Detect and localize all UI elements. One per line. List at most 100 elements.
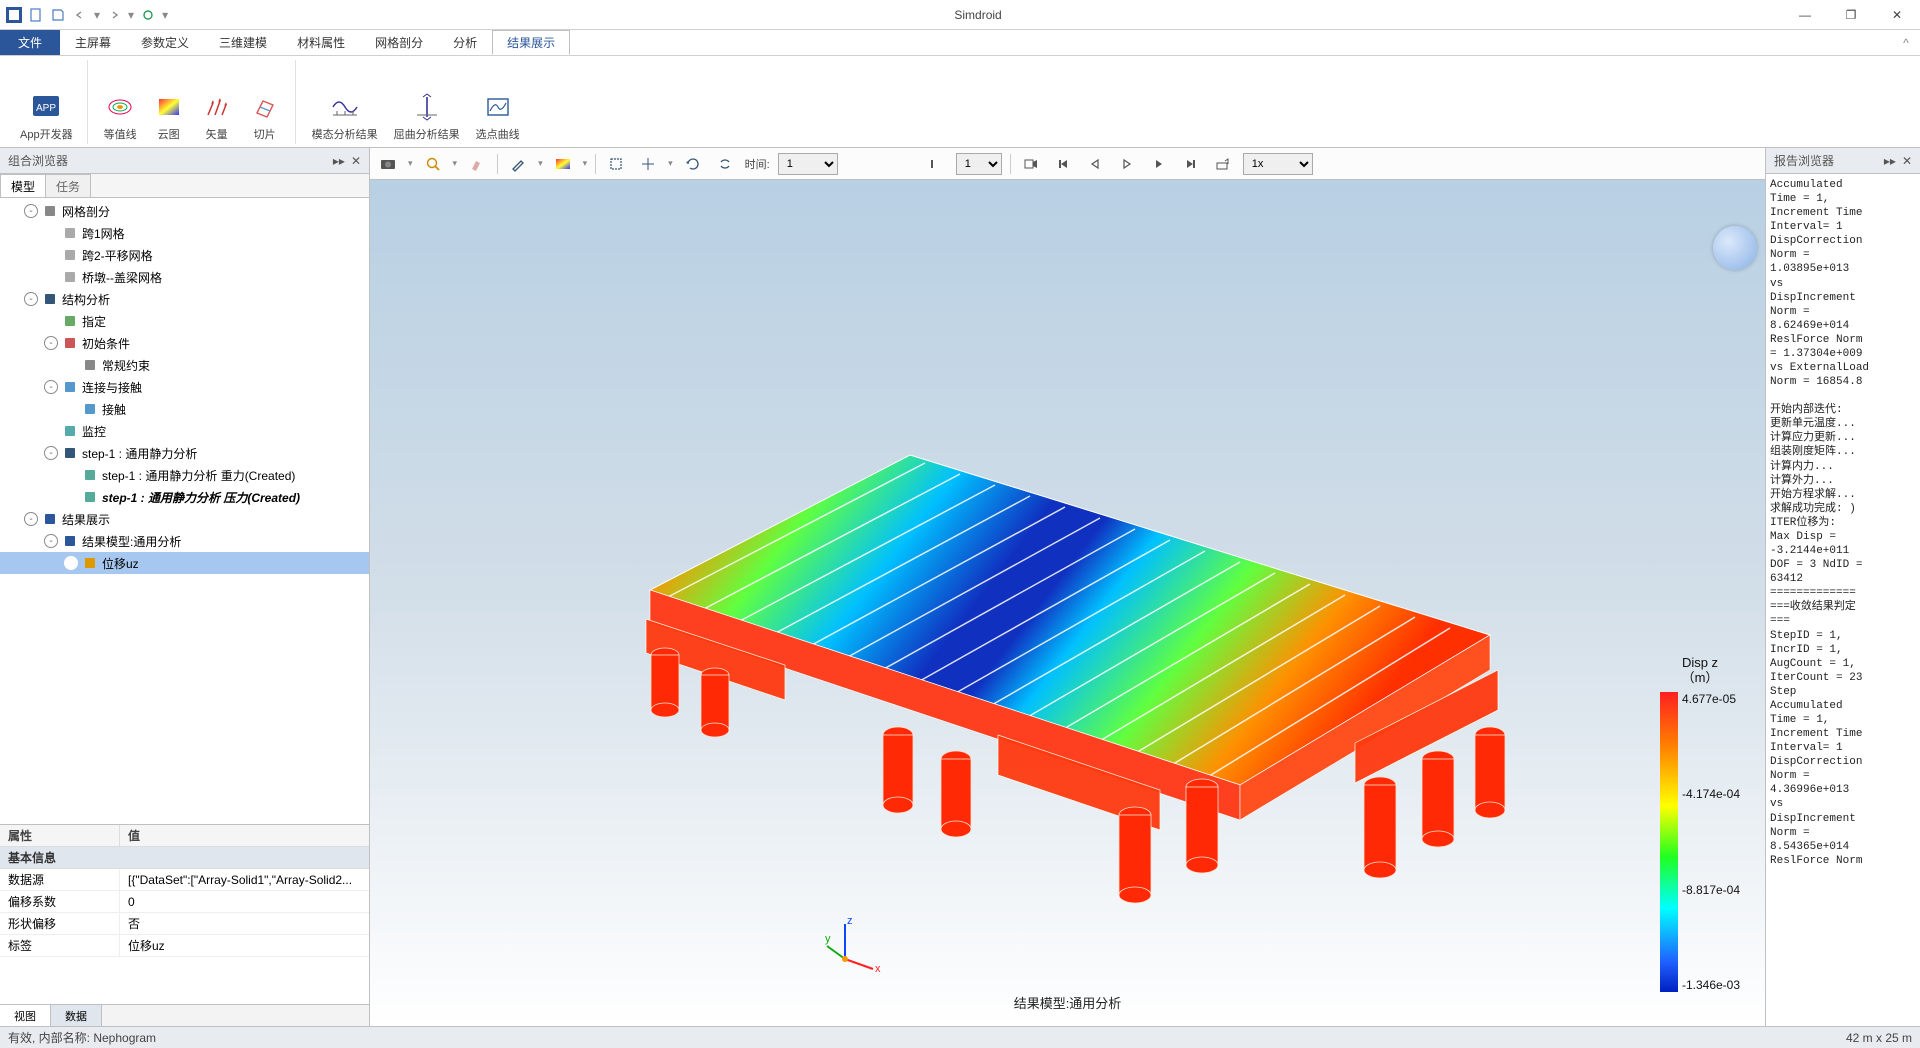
tree-node-label: 常规约束 — [102, 357, 150, 374]
ribbon-slice-button[interactable]: 切片 — [243, 89, 287, 144]
tab-task[interactable]: 任务 — [45, 174, 91, 197]
step-forward-icon[interactable] — [1147, 152, 1171, 176]
ribbon-cloud-button[interactable]: 云图 — [147, 89, 191, 144]
ribbon-label: 云图 — [158, 126, 180, 142]
tree-node-label: step-1 : 通用静力分析 — [82, 445, 197, 462]
tree-node[interactable]: 常规约束 — [0, 354, 369, 376]
brush-icon[interactable] — [465, 152, 489, 176]
ribbon-buckle-button[interactable]: 屈曲分析结果 — [388, 89, 466, 144]
speed-select[interactable]: 1x — [1243, 153, 1313, 175]
panel-close-icon[interactable]: ✕ — [1902, 154, 1912, 168]
qat-undo-icon[interactable] — [72, 7, 88, 23]
menu-tab-0[interactable]: 主屏幕 — [60, 30, 126, 55]
step-first-bar-icon[interactable] — [924, 152, 948, 176]
step-icon — [62, 445, 78, 461]
skip-start-icon[interactable] — [1051, 152, 1075, 176]
camera-icon[interactable] — [376, 152, 400, 176]
qat-refresh-icon[interactable] — [140, 7, 156, 23]
monitor-icon — [62, 423, 78, 439]
result-icon — [42, 511, 58, 527]
play-icon[interactable] — [1115, 152, 1139, 176]
menu-tab-5[interactable]: 分析 — [438, 30, 492, 55]
tree-node[interactable]: 桥墩--盖梁网格 — [0, 266, 369, 288]
window-maximize-button[interactable]: ❐ — [1828, 0, 1874, 30]
window-minimize-button[interactable]: — — [1782, 0, 1828, 30]
ic-icon — [62, 335, 78, 351]
tree-node[interactable]: 监控 — [0, 420, 369, 442]
tree-node[interactable]: -初始条件 — [0, 332, 369, 354]
ribbon-pick-curve-button[interactable]: 选点曲线 — [470, 89, 526, 144]
navigation-cube[interactable] — [1713, 226, 1757, 270]
qat-save-icon[interactable] — [50, 7, 66, 23]
coordinate-triad: z x y — [825, 914, 885, 974]
tree-node[interactable]: 指定 — [0, 310, 369, 332]
tree-node[interactable]: -结果展示 — [0, 508, 369, 530]
tree-node-label: 监控 — [82, 423, 106, 440]
ribbon: APPApp开发器 等值线 云图 矢量 切片 模态分析结果 屈曲分析结果 选点曲… — [0, 56, 1920, 148]
step-back-icon[interactable] — [1083, 152, 1107, 176]
ribbon-contour-button[interactable]: 等值线 — [98, 89, 143, 144]
tree-node[interactable]: 跨2-平移网格 — [0, 244, 369, 266]
tree-node[interactable]: -连接与接触 — [0, 376, 369, 398]
tab-model[interactable]: 模型 — [0, 174, 46, 197]
panel-close-icon[interactable]: ✕ — [351, 154, 361, 168]
menu-tab-4[interactable]: 网格剖分 — [360, 30, 438, 55]
report-log[interactable]: Accumulated Time = 1, Increment Time Int… — [1766, 174, 1920, 1026]
property-row[interactable]: 偏移系数0 — [0, 891, 369, 913]
left-bottom-tabs: 视图 数据 — [0, 1004, 369, 1026]
tree-node-label: 接触 — [102, 401, 126, 418]
qat-redo-icon[interactable] — [106, 7, 122, 23]
ribbon-app-dev-button[interactable]: APPApp开发器 — [14, 89, 79, 144]
tab-data[interactable]: 数据 — [51, 1005, 102, 1026]
frame-select[interactable]: 1 — [956, 153, 1002, 175]
tree-node[interactable]: -step-1 : 通用静力分析 — [0, 442, 369, 464]
ribbon-collapse-button[interactable]: ^ — [1892, 30, 1920, 55]
rotate-icon[interactable] — [681, 152, 705, 176]
model-tree[interactable]: -网格剖分跨1网格跨2-平移网格桥墩--盖梁网格-结构分析指定-初始条件常规约束… — [0, 198, 369, 824]
grid-icon — [62, 225, 78, 241]
legend-tick: -1.346e-03 — [1682, 978, 1740, 992]
time-select[interactable]: 1 — [778, 153, 838, 175]
tree-node[interactable]: 接触 — [0, 398, 369, 420]
property-row[interactable]: 数据源[{"DataSet":["Array-Solid1","Array-So… — [0, 869, 369, 891]
prop-header-value: 值 — [120, 825, 148, 846]
tree-node[interactable]: step-1 : 通用静力分析 重力(Created) — [0, 464, 369, 486]
tree-node[interactable]: step-1 : 通用静力分析 压力(Created) — [0, 486, 369, 508]
pen-icon[interactable] — [506, 152, 530, 176]
ribbon-label: 选点曲线 — [476, 126, 520, 142]
tree-node[interactable]: 位移uz — [0, 552, 369, 574]
property-row[interactable]: 形状偏移否 — [0, 913, 369, 935]
menu-tab-1[interactable]: 参数定义 — [126, 30, 204, 55]
menu-tab-6[interactable]: 结果展示 — [492, 30, 570, 55]
tree-node[interactable]: -结构分析 — [0, 288, 369, 310]
select-box-icon[interactable] — [604, 152, 628, 176]
panel-pin-icon[interactable]: ▸▸ — [1884, 154, 1896, 168]
export-icon[interactable] — [1211, 152, 1235, 176]
window-close-button[interactable]: ✕ — [1874, 0, 1920, 30]
sync-icon[interactable] — [713, 152, 737, 176]
colormap-icon[interactable] — [551, 152, 575, 176]
tree-node-label: 结果展示 — [62, 511, 110, 528]
qat-new-icon[interactable] — [28, 7, 44, 23]
menu-tab-3[interactable]: 材料属性 — [282, 30, 360, 55]
zoom-icon[interactable] — [421, 152, 445, 176]
ribbon-label: 切片 — [254, 126, 276, 142]
legend-title-b: （m） — [1682, 670, 1719, 686]
tree-node[interactable]: 跨1网格 — [0, 222, 369, 244]
svg-text:y: y — [825, 933, 831, 945]
record-icon[interactable] — [1019, 152, 1043, 176]
tree-node[interactable]: -结果模型:通用分析 — [0, 530, 369, 552]
skip-end-icon[interactable] — [1179, 152, 1203, 176]
menu-file-button[interactable]: 文件 — [0, 30, 60, 55]
axes-icon[interactable] — [636, 152, 660, 176]
ribbon-vector-button[interactable]: 矢量 — [195, 89, 239, 144]
menu-tab-2[interactable]: 三维建模 — [204, 30, 282, 55]
tab-view[interactable]: 视图 — [0, 1005, 51, 1026]
prop-key: 数据源 — [0, 869, 120, 890]
property-row[interactable]: 标签位移uz — [0, 935, 369, 957]
panel-pin-icon[interactable]: ▸▸ — [333, 154, 345, 168]
ribbon-modal-button[interactable]: 模态分析结果 — [306, 89, 384, 144]
tree-node[interactable]: -网格剖分 — [0, 200, 369, 222]
status-bar: 有效, 内部名称: Nephogram 42 m x 25 m — [0, 1026, 1920, 1048]
viewport-canvas[interactable]: z x y Disp z （m） 4.677e-05-4.174e-04-8.8… — [370, 180, 1765, 1026]
